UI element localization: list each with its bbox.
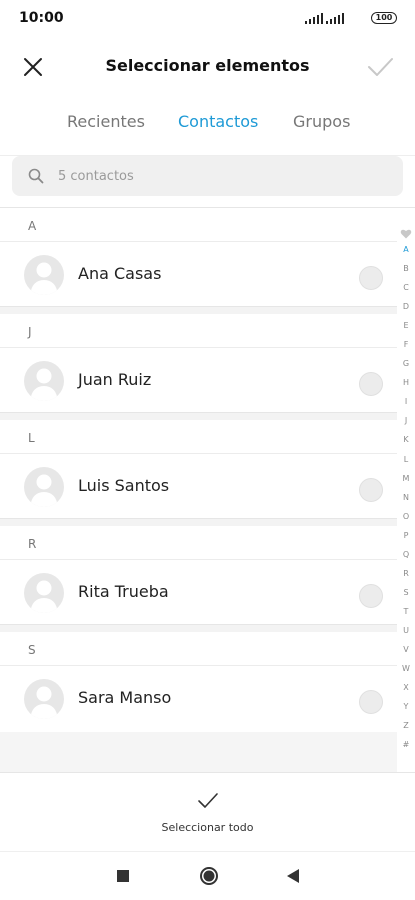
section-letter: A xyxy=(0,208,397,242)
battery-icon: 100 xyxy=(371,12,397,24)
avatar xyxy=(24,255,64,295)
select-checkbox[interactable] xyxy=(359,372,383,396)
alphabet-letter[interactable]: W xyxy=(397,659,415,678)
contact-name: Juan Ruiz xyxy=(78,370,152,389)
square-icon xyxy=(117,870,129,882)
select-all-label: Seleccionar todo xyxy=(161,821,254,834)
avatar xyxy=(24,679,64,719)
alphabet-letter[interactable]: P xyxy=(397,526,415,545)
tab-recientes[interactable]: Recientes xyxy=(67,112,145,131)
select-checkbox[interactable] xyxy=(359,478,383,502)
contact-list: A Ana Casas J Juan Ruiz L Luis Santos R … xyxy=(0,208,397,730)
bottom-action-bar: Seleccionar todo xyxy=(0,772,415,851)
contact-row[interactable]: Sara Manso xyxy=(0,666,397,730)
alphabet-letter[interactable]: R xyxy=(397,564,415,583)
alphabet-letter[interactable]: V xyxy=(397,640,415,659)
alphabet-letter[interactable]: # xyxy=(397,735,415,754)
contact-section-r: R Rita Trueba xyxy=(0,526,397,624)
close-button[interactable] xyxy=(18,52,48,82)
alphabet-letters: A B C D E F G H I J K L M N O P Q R S T U V W X Y Z # xyxy=(397,240,415,754)
alphabet-letter[interactable]: Q xyxy=(397,545,415,564)
contact-section-s: S Sara Manso xyxy=(0,632,397,730)
alphabet-letter[interactable]: Y xyxy=(397,697,415,716)
alphabet-letter[interactable]: B xyxy=(397,259,415,278)
contact-name: Rita Trueba xyxy=(78,582,169,601)
section-gap xyxy=(0,518,397,526)
section-letter: L xyxy=(0,420,397,454)
avatar xyxy=(24,361,64,401)
alphabet-letter[interactable]: N xyxy=(397,488,415,507)
alphabet-letter[interactable]: K xyxy=(397,430,415,449)
signal-icon xyxy=(305,12,323,24)
section-gap xyxy=(0,306,397,314)
alphabet-letter[interactable]: O xyxy=(397,507,415,526)
search-icon xyxy=(28,168,44,184)
tab-grupos[interactable]: Grupos xyxy=(293,112,350,131)
home-button[interactable] xyxy=(197,864,221,888)
check-icon xyxy=(197,793,218,808)
contact-row[interactable]: Rita Trueba xyxy=(0,560,397,624)
contact-row[interactable]: Ana Casas xyxy=(0,242,397,306)
select-checkbox[interactable] xyxy=(359,266,383,290)
select-all-button[interactable]: Seleccionar todo xyxy=(150,785,265,845)
avatar xyxy=(24,573,64,613)
contact-name: Luis Santos xyxy=(78,476,170,495)
search-area xyxy=(0,155,415,208)
close-icon xyxy=(24,58,42,76)
section-letter: J xyxy=(0,314,397,348)
alphabet-letter[interactable]: J xyxy=(397,411,415,430)
triangle-back-icon xyxy=(287,869,299,883)
section-letter: S xyxy=(0,632,397,666)
contact-row[interactable]: Juan Ruiz xyxy=(0,348,397,412)
section-letter: R xyxy=(0,526,397,560)
alphabet-letter[interactable]: T xyxy=(397,602,415,621)
tab-bar: Recientes Contactos Grupos xyxy=(0,112,415,142)
recents-button[interactable] xyxy=(111,864,135,888)
check-icon xyxy=(368,58,393,76)
status-time: 10:00 xyxy=(19,10,64,26)
list-empty-area xyxy=(0,732,397,772)
section-gap xyxy=(0,624,397,632)
alphabet-letter[interactable]: L xyxy=(397,450,415,469)
alphabet-letter[interactable]: X xyxy=(397,678,415,697)
heart-icon[interactable] xyxy=(400,228,412,240)
alphabet-letter[interactable]: I xyxy=(397,392,415,411)
section-gap xyxy=(0,412,397,420)
contact-name: Ana Casas xyxy=(78,264,162,283)
tab-contactos[interactable]: Contactos xyxy=(178,112,258,131)
select-checkbox[interactable] xyxy=(359,690,383,714)
search-box[interactable] xyxy=(12,156,403,196)
alphabet-letter[interactable]: G xyxy=(397,354,415,373)
alphabet-letter[interactable]: Z xyxy=(397,716,415,735)
page-title: Seleccionar elementos xyxy=(105,56,310,75)
alphabet-letter[interactable]: C xyxy=(397,278,415,297)
alphabet-letter[interactable]: M xyxy=(397,469,415,488)
alphabet-letter[interactable]: H xyxy=(397,373,415,392)
contact-section-j: J Juan Ruiz xyxy=(0,314,397,412)
select-checkbox[interactable] xyxy=(359,584,383,608)
alphabet-letter[interactable]: U xyxy=(397,621,415,640)
header: Seleccionar elementos xyxy=(0,44,415,90)
avatar xyxy=(24,467,64,507)
alphabet-letter[interactable]: S xyxy=(397,583,415,602)
contact-name: Sara Manso xyxy=(78,688,172,707)
alphabet-letter[interactable]: F xyxy=(397,335,415,354)
alphabet-index[interactable]: A B C D E F G H I J K L M N O P Q R S T U V W X Y Z # xyxy=(397,226,415,754)
system-nav-bar xyxy=(0,851,415,900)
contact-section-l: L Luis Santos xyxy=(0,420,397,518)
alphabet-letter[interactable]: A xyxy=(397,240,415,259)
circle-icon xyxy=(200,867,218,885)
alphabet-letter[interactable]: D xyxy=(397,297,415,316)
status-bar: 10:00 100 xyxy=(0,0,415,36)
back-button[interactable] xyxy=(281,864,305,888)
search-input[interactable] xyxy=(58,166,378,186)
alphabet-letter[interactable]: E xyxy=(397,316,415,335)
contact-section-a: A Ana Casas xyxy=(0,208,397,306)
contact-row[interactable]: Luis Santos xyxy=(0,454,397,518)
signal-icon xyxy=(326,12,344,24)
confirm-button[interactable] xyxy=(364,52,396,82)
